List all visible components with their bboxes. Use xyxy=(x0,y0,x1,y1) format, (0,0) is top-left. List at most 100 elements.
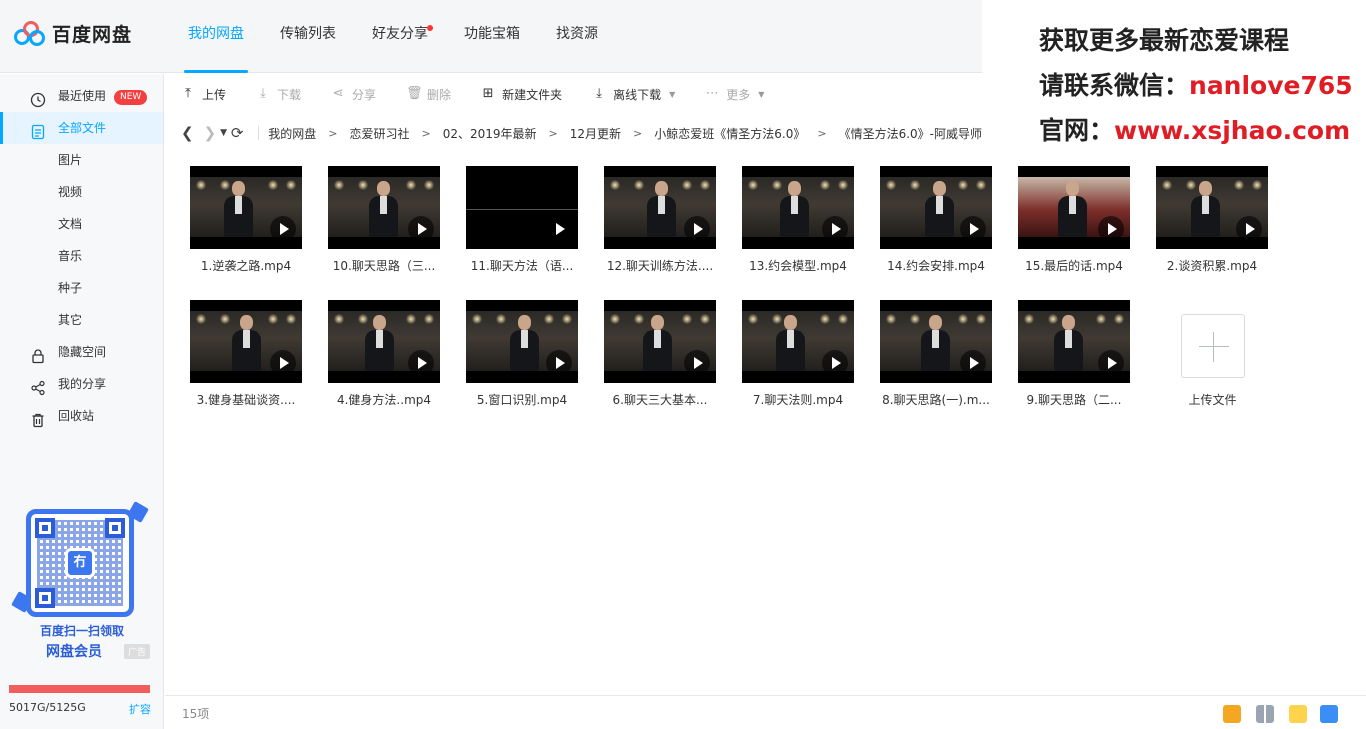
chevron-right-icon: > xyxy=(421,126,431,140)
play-icon xyxy=(1098,350,1124,376)
logo[interactable]: 百度网盘 xyxy=(14,20,132,47)
share-icon xyxy=(30,376,46,396)
tab-label: 找资源 xyxy=(556,26,598,42)
tab-3[interactable]: 功能宝箱 xyxy=(446,0,538,73)
file-name: 5.窗口识别.mp4 xyxy=(476,393,568,407)
sidebar-item-9[interactable]: 我的分享 xyxy=(0,368,163,400)
file-tile[interactable]: 3.健身基础谈资.... xyxy=(190,300,303,420)
sidebar-item-3[interactable]: 视频 xyxy=(0,176,163,208)
file-name: 14.约会安排.mp4 xyxy=(887,259,985,273)
sidebar-item-4[interactable]: 文档 xyxy=(0,208,163,240)
storage-quota-bar xyxy=(9,685,150,693)
tab-1[interactable]: 传输列表 xyxy=(262,0,354,73)
tab-2[interactable]: 好友分享 xyxy=(354,0,446,73)
sidebar-item-0[interactable]: 最近使用 NEW xyxy=(0,80,163,112)
file-tile[interactable]: 11.聊天方法（语... xyxy=(466,166,579,286)
apps-icon[interactable] xyxy=(1256,705,1274,723)
file-name: 8.聊天思路(一).m... xyxy=(882,393,990,407)
video-thumbnail xyxy=(880,166,992,249)
promo-site-url: www.xsjhao.com xyxy=(1114,116,1351,145)
more-icon: ⋯ xyxy=(705,86,719,101)
expand-storage-link[interactable]: 扩容 xyxy=(129,701,151,717)
file-tile[interactable]: 1.逆袭之路.mp4 xyxy=(190,166,303,286)
file-tile[interactable]: 7.聊天法则.mp4 xyxy=(742,300,855,420)
tab-label: 好友分享 xyxy=(372,26,428,42)
file-tile[interactable]: 10.聊天思路（三... xyxy=(328,166,441,286)
forward-icon[interactable]: ❯ xyxy=(202,124,219,142)
delete-button[interactable]: 🗑 删除 xyxy=(406,80,451,108)
upload-file-tile[interactable]: 上传文件 xyxy=(1156,166,1269,416)
upload-icon: ⤒ xyxy=(185,86,191,101)
sidebar-item-5[interactable]: 音乐 xyxy=(0,240,163,272)
qr-code: 冇 xyxy=(26,509,134,617)
history-dropdown-icon[interactable]: ▼ xyxy=(218,128,229,138)
file-tile[interactable]: 8.聊天思路(一).m... xyxy=(880,300,993,420)
clock-icon xyxy=(30,88,46,108)
play-icon xyxy=(270,350,296,376)
file-tile[interactable]: 14.约会安排.mp4 xyxy=(880,166,993,286)
play-icon xyxy=(270,216,296,242)
offline-download-button[interactable]: ⤓ 离线下载 ▼ xyxy=(592,80,675,108)
back-icon[interactable]: ❮ xyxy=(179,124,196,142)
divider xyxy=(257,126,259,140)
promo-banner: 获取更多最新恋爱课程 请联系微信：nanlove765 官网：www.xsjha… xyxy=(982,0,1366,152)
download-button[interactable]: ⤓ 下载 xyxy=(256,80,301,108)
file-name: 1.逆袭之路.mp4 xyxy=(200,259,292,273)
sidebar-item-label: 视频 xyxy=(58,185,83,199)
breadcrumb-item[interactable]: 我的网盘 xyxy=(268,125,316,142)
video-thumbnail xyxy=(604,300,716,383)
tab-label: 我的网盘 xyxy=(188,26,244,42)
sidebar-item-label: 隐藏空间 xyxy=(58,345,107,359)
play-icon xyxy=(684,350,710,376)
tab-label: 功能宝箱 xyxy=(464,26,520,42)
trash-icon xyxy=(30,408,46,428)
play-icon xyxy=(960,216,986,242)
file-tile[interactable]: 5.窗口识别.mp4 xyxy=(466,300,579,420)
file-name: 3.健身基础谈资.... xyxy=(196,393,296,407)
video-thumbnail xyxy=(466,300,578,383)
breadcrumb-item[interactable]: 12月更新 xyxy=(570,125,621,142)
new-badge: NEW xyxy=(114,90,148,105)
upload-button[interactable]: ⤒ 上传 xyxy=(181,80,226,108)
folder-plus-icon: ⊞ xyxy=(482,86,494,101)
video-thumbnail xyxy=(742,300,854,383)
file-tile[interactable]: 12.聊天训练方法.... xyxy=(604,166,717,286)
tab-4[interactable]: 找资源 xyxy=(538,0,616,73)
breadcrumb-item[interactable]: 02、2019年最新 xyxy=(443,125,537,142)
sidebar-item-6[interactable]: 种子 xyxy=(0,272,163,304)
file-tile[interactable]: 6.聊天三大基本... xyxy=(604,300,717,420)
sidebar-item-1[interactable]: 全部文件 xyxy=(0,112,163,144)
file-name: 11.聊天方法（语... xyxy=(470,259,574,273)
medal-icon[interactable] xyxy=(1223,705,1241,723)
sidebar-nav: 最近使用 NEW 全部文件 图片视频文档 音乐 种子 其它隐藏空间我的分享回收站 xyxy=(0,80,163,432)
share-button[interactable]: ⋖ 分享 xyxy=(331,80,376,108)
sidebar-item-8[interactable]: 隐藏空间 xyxy=(0,336,163,368)
file-name: 12.聊天训练方法.... xyxy=(606,259,714,273)
upload-folder-icon[interactable] xyxy=(1289,705,1307,723)
more-button[interactable]: ⋯ 更多 ▼ xyxy=(705,80,765,108)
file-tile[interactable]: 13.约会模型.mp4 xyxy=(742,166,855,286)
breadcrumb: 我的网盘 > 恋爱研习社 >02、2019年最新 >12月更新 > 小鲸恋爱班《情圣方法6.… xyxy=(268,125,982,142)
status-bar: 15项 xyxy=(165,695,1366,729)
file-tile[interactable]: 9.聊天思路（二... xyxy=(1018,300,1131,420)
sidebar-item-label: 回收站 xyxy=(58,409,95,423)
sidebar-item-10[interactable]: 回收站 xyxy=(0,400,163,432)
play-icon xyxy=(822,350,848,376)
breadcrumb-item[interactable]: 《情圣方法6.0》-阿威导师 xyxy=(839,125,982,142)
sidebar-item-2[interactable]: 图片 xyxy=(0,144,163,176)
breadcrumb-item[interactable]: 小鲸恋爱班《情圣方法6.0》 xyxy=(654,125,805,142)
breadcrumb-item[interactable]: 恋爱研习社 xyxy=(350,125,410,142)
file-tile[interactable]: 15.最后的话.mp4 xyxy=(1018,166,1131,286)
promo-site-label: 官网： xyxy=(1039,116,1115,145)
tab-label: 传输列表 xyxy=(280,26,336,42)
video-thumbnail xyxy=(1018,166,1130,249)
file-tile[interactable]: 4.健身方法..mp4 xyxy=(328,300,441,420)
file-name: 10.聊天思路（三... xyxy=(332,259,436,273)
refresh-icon[interactable]: ⟳ xyxy=(229,124,246,142)
video-thumbnail xyxy=(190,166,302,249)
new-folder-button[interactable]: ⊞ 新建文件夹 xyxy=(481,80,562,108)
lock-icon[interactable] xyxy=(1320,705,1338,723)
tab-0[interactable]: 我的网盘 xyxy=(170,0,262,73)
sidebar-item-7[interactable]: 其它 xyxy=(0,304,163,336)
cloud-download-icon: ⤓ xyxy=(596,86,602,101)
